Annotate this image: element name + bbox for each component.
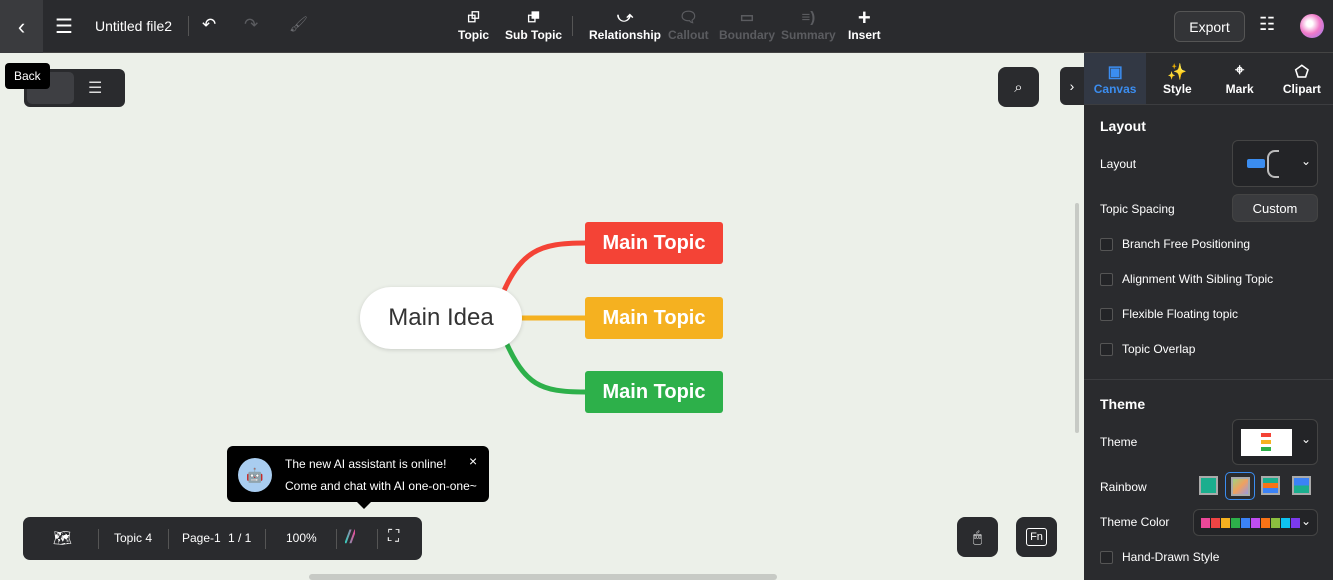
layout-label: Layout — [1100, 157, 1137, 171]
color-swatch — [1231, 518, 1240, 528]
color-swatch — [1291, 518, 1300, 528]
topic-count: Topic 4 — [114, 531, 153, 545]
ai-popup-message[interactable]: Come and chat with AI one-on-one~ — [285, 479, 477, 493]
map-icon[interactable]: 🗺 — [53, 529, 72, 547]
avatar[interactable] — [1300, 14, 1324, 38]
color-swatch — [1251, 518, 1260, 528]
topic-spacing-button[interactable]: Custom — [1232, 194, 1318, 222]
rainbow-option[interactable] — [1261, 476, 1280, 495]
main-idea-node[interactable]: Main Idea — [360, 287, 522, 349]
back-tooltip: Back — [5, 63, 50, 89]
fn-icon: Fn — [1026, 528, 1047, 546]
checkbox-branch-free[interactable]: Branch Free Positioning — [1100, 237, 1250, 251]
apps-grid-icon[interactable]: ☷ — [1259, 14, 1275, 35]
color-swatch — [1211, 518, 1220, 528]
checkbox-topic-overlap[interactable]: Topic Overlap — [1100, 342, 1195, 356]
page-index: 1 / 1 — [228, 531, 252, 545]
chevron-right-icon: › — [1069, 78, 1075, 94]
theme-color-label: Theme Color — [1100, 515, 1170, 529]
panel-collapse-button[interactable]: › — [1060, 67, 1084, 105]
search-icon: ⌕ — [1014, 78, 1023, 96]
popup-arrow — [357, 502, 371, 509]
checkbox-hand-drawn[interactable]: Hand-Drawn Style — [1100, 550, 1219, 564]
robot-icon: 🤖 — [238, 458, 272, 492]
color-swatch — [1281, 518, 1290, 528]
mouse-icon: 🖱 — [972, 528, 982, 546]
panel-tabs: ▣ Canvas ✨ Style ⌖ Mark ⬠ Clipart — [1084, 53, 1333, 105]
chevron-down-icon: ⌄ — [1301, 432, 1312, 446]
connector-green — [502, 338, 586, 395]
connector-red — [497, 240, 586, 301]
theme-preview — [1241, 429, 1292, 456]
vertical-scrollbar[interactable] — [1075, 203, 1079, 433]
tab-canvas[interactable]: ▣ Canvas — [1084, 53, 1147, 104]
bottom-status-bar: 🗺 Topic 4 Page-1 1 / 1 100% // ⛶ — [23, 517, 422, 560]
layout-select[interactable]: ⌄ — [1232, 140, 1318, 187]
rainbow-option[interactable] — [1292, 476, 1311, 495]
ai-logo-icon[interactable]: // — [345, 527, 355, 548]
zoom-level[interactable]: 100% — [286, 531, 317, 545]
chevron-down-icon: ⌄ — [1301, 154, 1312, 168]
main-topic-node[interactable]: Main Topic — [585, 222, 723, 264]
tab-style[interactable]: ✨ Style — [1146, 53, 1208, 104]
theme-label: Theme — [1100, 435, 1138, 449]
function-button[interactable]: Fn — [1016, 517, 1057, 557]
topic-spacing-label: Topic Spacing — [1100, 202, 1175, 216]
rainbow-option[interactable] — [1199, 476, 1218, 495]
mouse-mode-button[interactable]: 🖱 — [957, 517, 998, 557]
color-swatch — [1201, 518, 1210, 528]
main-topic-node[interactable]: Main Topic — [585, 371, 723, 413]
mindmap-connectors — [497, 240, 586, 395]
color-swatch — [1271, 518, 1280, 528]
page-selector[interactable]: Page-1 — [182, 531, 221, 545]
tab-mark[interactable]: ⌖ Mark — [1209, 53, 1271, 104]
location-pin-icon: ⌖ — [1235, 61, 1245, 79]
theme-color-select[interactable]: ⌄ — [1193, 509, 1318, 536]
horizontal-scrollbar[interactable] — [309, 574, 777, 580]
right-panel: ▣ Canvas ✨ Style ⌖ Mark ⬠ Clipart Layout Lay… — [1084, 53, 1333, 580]
layout-preview-icon — [1247, 159, 1265, 168]
export-button[interactable]: Export — [1174, 11, 1245, 42]
color-swatch — [1261, 518, 1270, 528]
canvas-icon: ▣ — [1107, 63, 1123, 81]
color-swatch — [1221, 518, 1230, 528]
tab-clipart[interactable]: ⬠ Clipart — [1271, 53, 1333, 104]
ai-popup-title: The new AI assistant is online! — [285, 457, 447, 471]
rainbow-label: Rainbow — [1100, 480, 1147, 494]
fullscreen-icon[interactable]: ⛶ — [388, 528, 399, 546]
theme-section-title: Theme — [1100, 396, 1146, 412]
sparkle-icon: ✨ — [1167, 63, 1188, 81]
color-swatch — [1241, 518, 1250, 528]
theme-color-swatches — [1201, 518, 1300, 528]
ai-assistant-popup: 🤖 The new AI assistant is online! Come a… — [227, 446, 489, 509]
checkbox-alignment-sibling[interactable]: Alignment With Sibling Topic — [1100, 272, 1273, 286]
chevron-down-icon: ⌄ — [1301, 514, 1312, 528]
checkbox-flexible-floating[interactable]: Flexible Floating topic — [1100, 307, 1238, 321]
close-icon[interactable]: × — [469, 453, 477, 469]
search-button[interactable]: ⌕ — [998, 67, 1039, 107]
rainbow-option-selected[interactable] — [1225, 472, 1255, 500]
clipart-icon: ⬠ — [1294, 63, 1309, 81]
theme-select[interactable]: ⌄ — [1232, 419, 1318, 465]
layout-section-title: Layout — [1100, 118, 1146, 134]
main-topic-node[interactable]: Main Topic — [585, 297, 723, 339]
